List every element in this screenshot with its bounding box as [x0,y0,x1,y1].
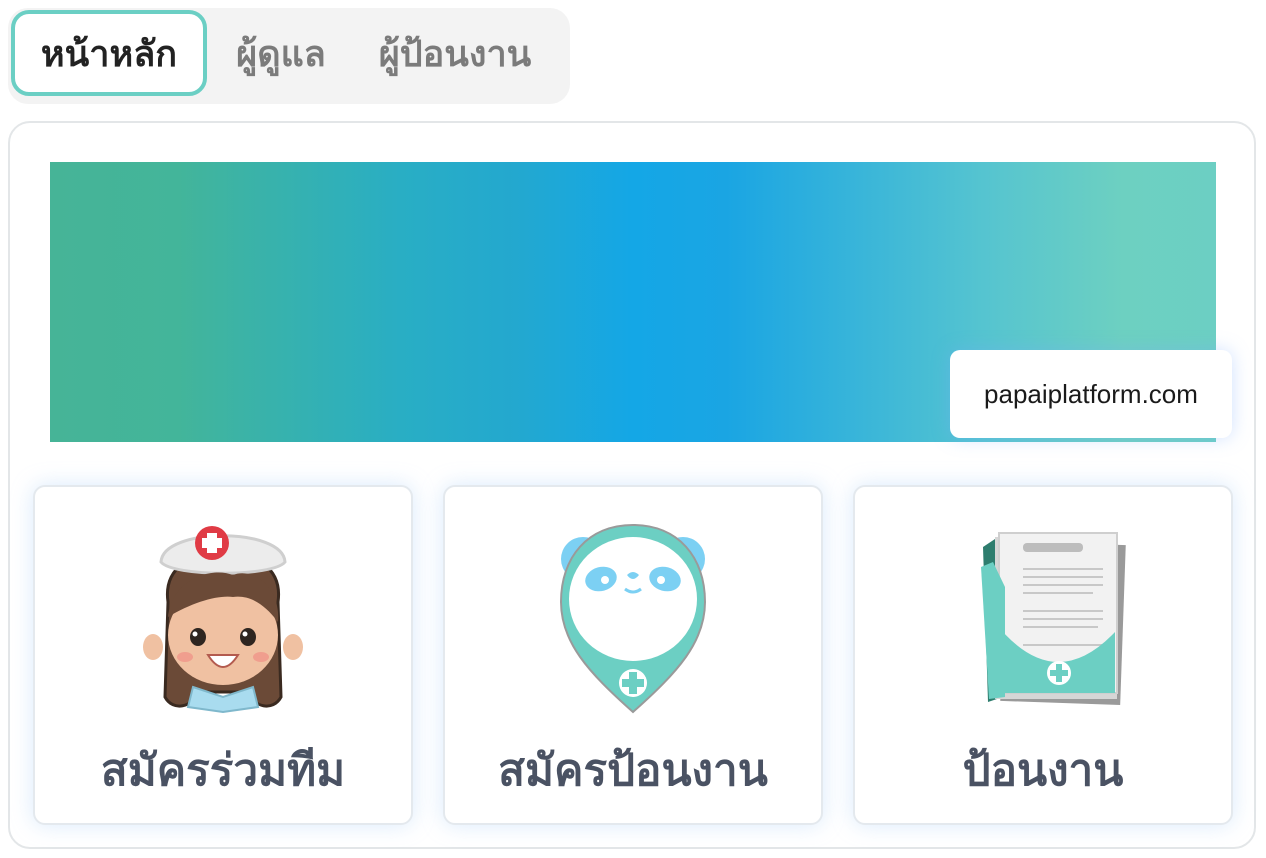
tab-home[interactable]: หน้าหลัก [11,10,207,96]
post-job-card[interactable]: ป้อนงาน [853,485,1233,825]
register-poster-label: สมัครป้อนงาน [498,745,768,796]
panda-pin-icon [445,507,821,727]
join-team-card[interactable]: สมัครร่วมทีม [33,485,413,825]
post-job-label: ป้อนงาน [962,745,1124,796]
documents-icon [855,507,1231,727]
join-team-label: สมัครร่วมทีม [100,745,346,796]
register-poster-card[interactable]: สมัครป้อนงาน [443,485,823,825]
tab-caretaker[interactable]: ผู้ดูแล [214,10,348,96]
site-url-badge[interactable]: papaiplatform.com [950,350,1232,438]
tab-job-poster[interactable]: ผู้ป้อนงาน [360,10,550,96]
nurse-icon [35,507,411,727]
main-tabs: หน้าหลัก ผู้ดูแล ผู้ป้อนงาน [8,8,570,104]
